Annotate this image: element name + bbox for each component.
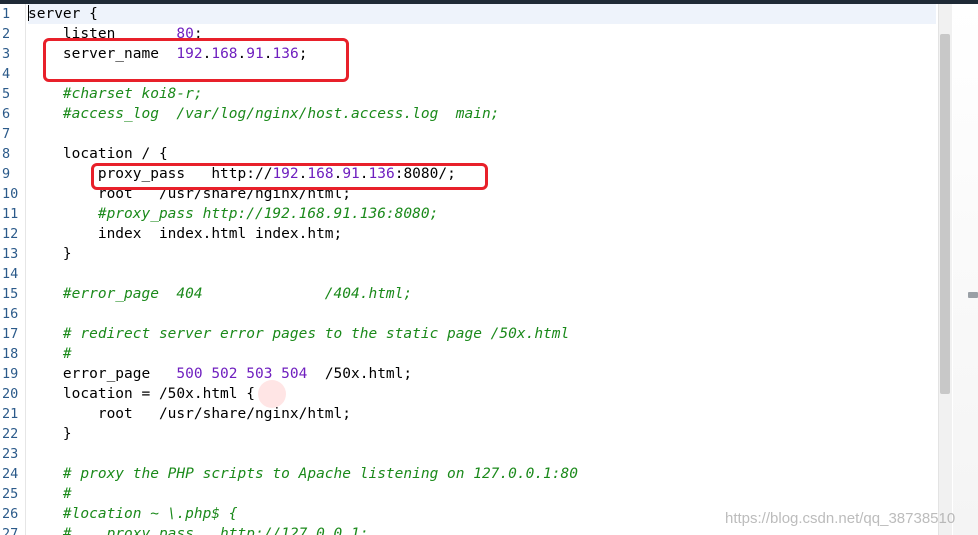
code-line[interactable]: } — [28, 424, 936, 444]
line-number: 14 — [2, 266, 19, 282]
code-line[interactable]: error_page 500 502 503 504 /50x.html; — [28, 364, 936, 384]
code-token: #access_log /var/log/nginx/host.access.l… — [28, 106, 500, 122]
line-number: 18 — [2, 346, 19, 362]
code-line[interactable]: index index.html index.htm; — [28, 224, 936, 244]
code-token: index index.html index.htm; — [28, 226, 343, 242]
code-line[interactable] — [28, 444, 936, 464]
line-number: 19 — [2, 366, 19, 382]
scrollbar-thumb[interactable] — [940, 34, 950, 394]
code-line[interactable]: #proxy_pass http://192.168.91.136:8080; — [28, 204, 936, 224]
code-line[interactable]: #charset koi8-r; — [28, 84, 936, 104]
code-line[interactable] — [28, 124, 936, 144]
code-token: location = /50x.html { — [28, 386, 255, 402]
panel-marker-icon — [968, 292, 978, 298]
code-token: error_page — [28, 366, 177, 382]
code-token: # — [28, 486, 72, 502]
code-line[interactable] — [28, 264, 936, 284]
line-number: 11 — [2, 206, 19, 222]
line-number: 4 — [2, 66, 11, 82]
highlight-box-proxy-pass — [91, 163, 488, 190]
line-number: 13 — [2, 246, 19, 262]
line-number: 10 — [2, 186, 19, 202]
code-token: } — [28, 246, 72, 262]
line-number: 24 — [2, 466, 19, 482]
code-area[interactable]: server { listen 80; server_name 192.168.… — [28, 4, 936, 535]
line-number: 25 — [2, 486, 19, 502]
code-line[interactable]: server { — [28, 4, 936, 24]
search-icon — [258, 380, 286, 408]
code-token: # proxy_pass http://127.0.0.1; — [28, 526, 369, 535]
highlight-box-server-name — [43, 38, 349, 82]
line-number: 3 — [2, 46, 11, 62]
code-token: root /usr/share/nginx/html; — [28, 406, 352, 422]
line-number: 27 — [2, 526, 19, 535]
code-token: /50x.html; — [307, 366, 413, 382]
line-number: 26 — [2, 506, 19, 522]
code-token: #proxy_pass http://192.168.91.136:8080; — [28, 206, 439, 222]
code-token: #charset koi8-r; — [28, 86, 203, 102]
line-number: 2 — [2, 26, 11, 42]
code-line[interactable]: root /usr/share/nginx/html; — [28, 404, 936, 424]
code-line[interactable]: location / { — [28, 144, 936, 164]
line-number: 8 — [2, 146, 11, 162]
code-editor[interactable]: server { listen 80; server_name 192.168.… — [0, 4, 978, 535]
code-token: #error_page 404 /404.html; — [28, 286, 413, 302]
code-line[interactable]: # proxy the PHP scripts to Apache listen… — [28, 464, 936, 484]
code-token: } — [28, 426, 72, 442]
watermark-text: https://blog.csdn.net/qq_38738510 — [725, 510, 956, 527]
code-token: # — [28, 346, 72, 362]
line-number: 23 — [2, 446, 19, 462]
line-number: 20 — [2, 386, 19, 402]
line-number: 6 — [2, 106, 11, 122]
line-number: 1 — [2, 6, 11, 22]
code-line[interactable] — [28, 304, 936, 324]
code-line[interactable]: #access_log /var/log/nginx/host.access.l… — [28, 104, 936, 124]
line-number: 7 — [2, 126, 11, 142]
line-number: 12 — [2, 226, 19, 242]
code-line[interactable]: # redirect server error pages to the sta… — [28, 324, 936, 344]
code-token: 500 502 503 504 — [176, 366, 308, 382]
code-line[interactable]: location = /50x.html { — [28, 384, 936, 404]
code-line[interactable]: # — [28, 484, 936, 504]
line-number: 21 — [2, 406, 19, 422]
code-line[interactable]: } — [28, 244, 936, 264]
line-number: 16 — [2, 306, 19, 322]
line-number: 9 — [2, 166, 11, 182]
code-token: # proxy the PHP scripts to Apache listen… — [28, 466, 578, 482]
line-number: 15 — [2, 286, 19, 302]
code-token: # redirect server error pages to the sta… — [28, 326, 570, 342]
code-line[interactable]: # — [28, 344, 936, 364]
code-line[interactable]: #error_page 404 /404.html; — [28, 284, 936, 304]
line-number: 17 — [2, 326, 19, 342]
line-number: 22 — [2, 426, 19, 442]
side-panel-edge — [953, 4, 978, 535]
code-token: location / { — [28, 146, 168, 162]
code-token: #location ~ \.php$ { — [28, 506, 238, 522]
code-token: server { — [28, 6, 98, 22]
line-number: 5 — [2, 86, 11, 102]
